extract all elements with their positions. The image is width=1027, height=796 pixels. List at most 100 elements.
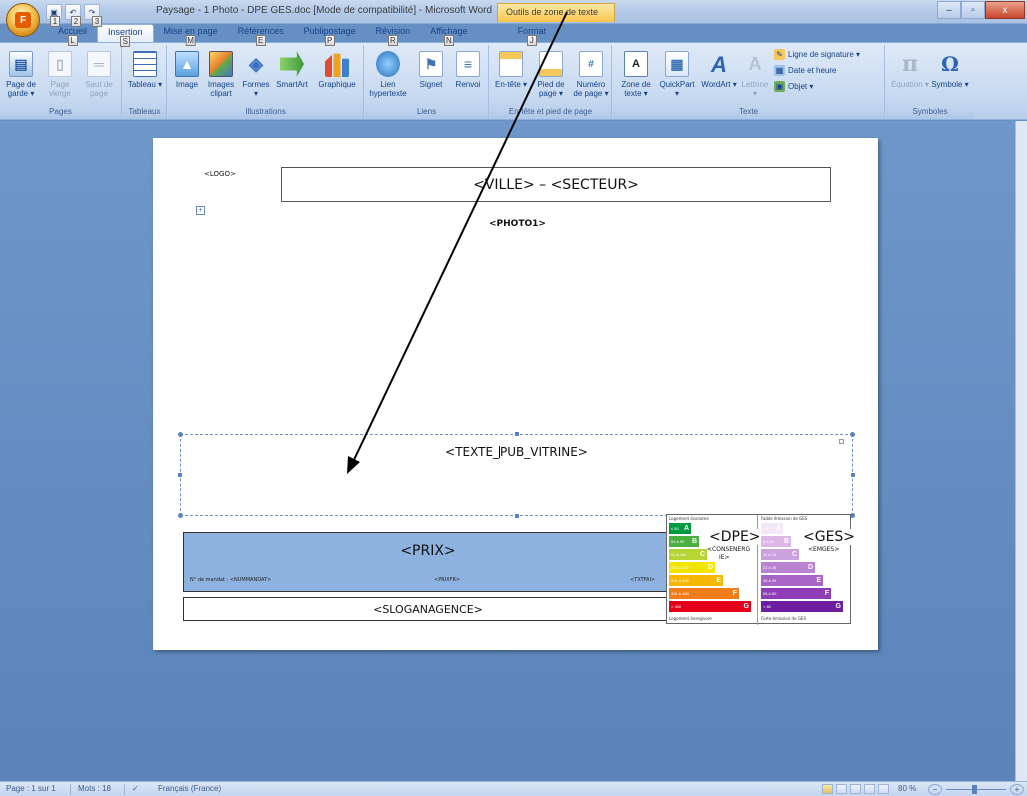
numero-de-page-button[interactable]: # Numéro de page ▾ — [572, 51, 610, 98]
button-label: Image — [175, 80, 199, 89]
tab-format[interactable]: Format J — [508, 24, 557, 46]
web-layout-view-icon[interactable] — [850, 784, 861, 794]
group-liens: Lien hypertexte ⚑ Signet ≡ Renvoi Liens — [365, 45, 489, 119]
dpe-footer: Logement énergivore — [669, 616, 712, 621]
graphique-button[interactable]: Graphique — [314, 51, 360, 89]
keytip: P — [324, 35, 335, 46]
group-label: Texte — [613, 107, 884, 119]
bookmark-icon: ⚑ — [419, 51, 443, 77]
dpe-ges-panel[interactable]: Logement économe Logement énergivore Fai… — [666, 514, 856, 625]
button-label: Page vierge — [49, 80, 71, 98]
tab-affichage[interactable]: Affichage N — [420, 24, 477, 46]
resize-handle[interactable] — [178, 432, 183, 437]
ligne-signature-button[interactable]: ✎ Ligne de signature ▾ — [774, 49, 860, 60]
prix-box[interactable]: <PRIX> N° de mandat : <NUMMANDAT> <PRIXF… — [183, 532, 673, 592]
tableau-button[interactable]: Tableau ▾ — [126, 51, 164, 89]
outline-view-icon[interactable] — [864, 784, 875, 794]
date-heure-button[interactable]: ▦ Date et heure — [774, 65, 836, 76]
maximize-button[interactable]: ▫ — [961, 1, 985, 19]
resize-handle[interactable] — [851, 473, 855, 477]
language[interactable]: Français (France) — [158, 784, 221, 793]
texte-pub-vitrine[interactable]: <TEXTE_PUB_VITRINE> — [181, 445, 852, 459]
page-count[interactable]: Page : 1 sur 1 — [6, 784, 56, 793]
zoom-out-icon[interactable]: − — [928, 784, 942, 795]
close-button[interactable]: x — [985, 1, 1025, 19]
status-bar: Page : 1 sur 1 Mots : 18 ✓ Français (Fra… — [0, 781, 1027, 796]
clipart-icon — [209, 51, 233, 77]
minimize-button[interactable]: – — [937, 1, 961, 19]
energy-bar-f: 56 à 80 F — [761, 588, 831, 599]
tab-outils-zone-texte[interactable]: Outils de zone de texte — [497, 3, 615, 22]
office-button[interactable]: F — [6, 3, 40, 37]
entete-button[interactable]: En-tête ▾ — [492, 51, 530, 89]
draft-view-icon[interactable] — [878, 784, 889, 794]
energy-letter: E — [716, 577, 721, 584]
omega-icon: Ω — [941, 51, 959, 76]
print-layout-view-icon[interactable] — [822, 784, 833, 794]
slogan-box[interactable]: <SLOGANAGENCE> — [183, 597, 673, 621]
button-label: Images clipart — [207, 80, 235, 98]
group-label: En-tête et pied de page — [490, 107, 611, 119]
smartart-button[interactable]: SmartArt — [272, 51, 312, 89]
lien-hypertexte-button[interactable]: Lien hypertexte — [367, 51, 409, 98]
qat-keytips: 1 2 3 — [50, 16, 102, 27]
tab-revision[interactable]: Révision R — [366, 24, 421, 46]
word-count[interactable]: Mots : 18 — [78, 784, 111, 793]
ribbon-tabs: Accueil L Insertion S Mise en page M Référe… — [44, 24, 557, 47]
group-symboles: π Équation ▾ Ω Symbole ▾ Symboles — [886, 45, 974, 119]
tab-mise-en-page[interactable]: Mise en page M — [154, 24, 228, 46]
consenergie-label: <CONSENERG — [707, 546, 751, 553]
objet-button[interactable]: ▣ Objet ▾ — [774, 81, 813, 92]
qat-keytip-1: 1 — [50, 16, 60, 27]
formes-button[interactable]: ◈ Formes ▾ — [240, 51, 272, 99]
hyperlink-icon — [376, 51, 400, 77]
zoom-slider-thumb[interactable] — [972, 785, 977, 794]
symbole-button[interactable]: Ω Symbole ▾ — [930, 51, 970, 90]
vertical-scrollbar[interactable] — [1015, 121, 1027, 781]
wordart-button[interactable]: A WordArt ▾ — [699, 51, 739, 89]
title-bar: ▣ ↶ ↷ Paysage - 1 Photo - DPE GES.doc [M… — [0, 0, 1027, 24]
images-clipart-button[interactable]: Images clipart — [204, 51, 238, 98]
ville-secteur-box[interactable]: <VILLE> – <SECTEUR> — [281, 167, 831, 202]
energy-bar-c: 11 à 20 C — [761, 549, 799, 560]
ges-label: <GES> — [803, 529, 856, 545]
zoom-level[interactable]: 80 % — [898, 784, 916, 793]
document-page[interactable]: <LOGO> <VILLE> – <SECTEUR> + <PHOTO1> <T… — [153, 138, 878, 650]
button-label: Symbole ▾ — [931, 80, 969, 89]
anchor-icon[interactable]: + — [196, 206, 205, 215]
signet-button[interactable]: ⚑ Signet — [415, 51, 447, 89]
resize-handle[interactable] — [178, 473, 182, 477]
proofing-icon[interactable]: ✓ — [132, 784, 139, 793]
tab-publipostage[interactable]: Publipostage P — [294, 24, 366, 46]
keytip: S — [120, 36, 131, 47]
texte-pub-part2: PUB_VITRINE> — [500, 445, 588, 459]
dpe-label: <DPE> — [709, 529, 761, 545]
tab-insertion[interactable]: Insertion S — [97, 24, 154, 47]
footer-icon — [539, 51, 563, 77]
zoom-in-icon[interactable]: + — [1010, 784, 1024, 795]
textbox-options-icon[interactable] — [839, 439, 844, 444]
resize-handle[interactable] — [850, 432, 855, 437]
image-button[interactable]: ▲ Image — [172, 51, 202, 89]
zone-de-texte-button[interactable]: A Zone de texte ▾ — [615, 51, 657, 98]
resize-handle[interactable] — [515, 432, 519, 436]
drop-cap-icon: A — [748, 53, 762, 74]
resize-handle[interactable] — [515, 514, 519, 518]
pied-de-page-button[interactable]: Pied de page ▾ — [532, 51, 570, 98]
lettrine-button[interactable]: A Lettrine ▾ — [739, 51, 771, 99]
full-screen-view-icon[interactable] — [836, 784, 847, 794]
wordart-icon: A — [711, 51, 727, 77]
texte-pub-part1: <TEXTE_ — [445, 445, 500, 459]
logo-placeholder: <LOGO> — [204, 170, 236, 178]
ges-header: Faible émission de GES — [761, 516, 808, 521]
tab-references[interactable]: Références E — [228, 24, 294, 46]
saut-de-page-button[interactable]: ═ Saut de page — [80, 51, 118, 98]
page-de-garde-button[interactable]: ▤ Page de garde ▾ — [2, 51, 40, 98]
renvoi-button[interactable]: ≡ Renvoi — [451, 51, 485, 89]
equation-button[interactable]: π Équation ▾ — [890, 51, 930, 90]
resize-handle[interactable] — [178, 513, 183, 518]
group-label: Illustrations — [168, 107, 363, 119]
page-vierge-button[interactable]: ▯ Page vierge — [42, 51, 78, 98]
quickpart-button[interactable]: ▦ QuickPart ▾ — [657, 51, 697, 98]
text-box-selected[interactable]: <TEXTE_PUB_VITRINE> — [178, 432, 855, 518]
